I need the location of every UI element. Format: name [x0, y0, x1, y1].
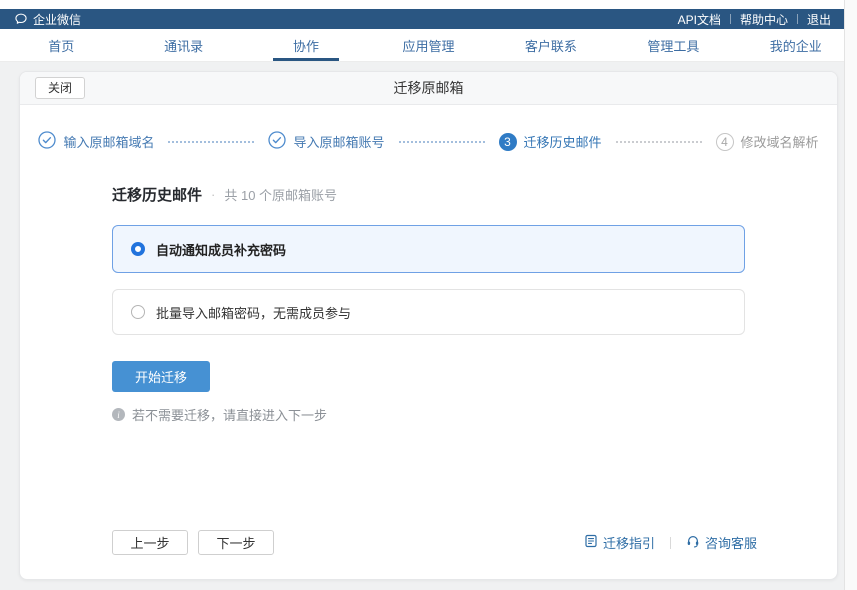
- api-docs-link[interactable]: API文档: [678, 11, 721, 28]
- wizard-title: 迁移原邮箱: [393, 80, 464, 96]
- wizard-footer: 上一步 下一步 迁移指引 咨询客服: [20, 530, 837, 579]
- step-import-accounts: 导入原邮箱账号: [268, 131, 385, 152]
- top-bar: 企业微信 API文档 帮助中心 退出: [0, 9, 857, 29]
- nav-item-contacts[interactable]: 通讯录: [122, 29, 244, 61]
- window-top-edge: [0, 0, 857, 9]
- migration-guide-link[interactable]: 迁移指引: [584, 533, 655, 552]
- step-label: 导入原邮箱账号: [293, 135, 385, 150]
- step-update-dns: 4 修改域名解析: [715, 132, 819, 151]
- document-icon: [584, 534, 598, 551]
- nav-item-my-company[interactable]: 我的企业: [735, 29, 857, 61]
- wizard-header: 关闭 迁移原邮箱: [20, 72, 837, 105]
- radio-selected-icon[interactable]: [131, 242, 145, 256]
- check-circle-icon: [38, 131, 57, 152]
- brand: 企业微信: [14, 11, 81, 28]
- step-label: 输入原邮箱域名: [63, 135, 155, 150]
- nav-item-admin-tools[interactable]: 管理工具: [612, 29, 734, 61]
- step-connector: [168, 140, 255, 143]
- step-label: 修改域名解析: [740, 135, 819, 150]
- nav-item-customers[interactable]: 客户联系: [490, 29, 612, 61]
- link-label: 迁移指引: [602, 536, 655, 551]
- footer-links: 迁移指引 咨询客服: [584, 533, 757, 552]
- section-heading-row: 迁移历史邮件 · 共 10 个原邮箱账号: [112, 184, 745, 205]
- logout-link[interactable]: 退出: [807, 11, 831, 28]
- topbar-links: API文档 帮助中心 退出: [678, 11, 831, 28]
- browser-scrollbar[interactable]: [844, 0, 857, 590]
- wechat-work-logo-icon: [14, 12, 28, 26]
- help-center-link[interactable]: 帮助中心: [740, 11, 788, 28]
- step-enter-domain: 输入原邮箱域名: [38, 131, 154, 152]
- brand-name: 企业微信: [33, 12, 82, 27]
- headset-icon: [686, 534, 700, 551]
- nav-item-home[interactable]: 首页: [0, 29, 122, 61]
- main-nav: 首页 通讯录 协作 应用管理 客户联系 管理工具 我的企业: [0, 29, 857, 62]
- migration-options: 自动通知成员补充密码 批量导入邮箱密码，无需成员参与: [112, 225, 745, 335]
- divider: [669, 536, 671, 549]
- option-auto-notify-members[interactable]: 自动通知成员补充密码: [112, 225, 745, 273]
- step-number-badge: 3: [498, 132, 517, 151]
- section-title: 迁移历史邮件: [112, 187, 203, 204]
- nav-item-collaboration[interactable]: 协作: [245, 29, 367, 61]
- close-button[interactable]: 关闭: [35, 76, 86, 100]
- footer-buttons: 上一步 下一步: [112, 530, 274, 555]
- migration-wizard-card: 关闭 迁移原邮箱 输入原邮箱域名 导入原邮箱账号 3 迁移历史邮件 4 修改域名…: [19, 71, 838, 580]
- wizard-body: 迁移历史邮件 · 共 10 个原邮箱账号 自动通知成员补充密码 批量导入邮箱密码…: [20, 170, 837, 530]
- account-count-text: 共 10 个原邮箱账号: [224, 188, 338, 203]
- previous-step-button[interactable]: 上一步: [112, 530, 188, 555]
- link-label: 咨询客服: [704, 536, 757, 551]
- next-step-button[interactable]: 下一步: [198, 530, 274, 555]
- page-content: 关闭 迁移原邮箱 输入原邮箱域名 导入原邮箱账号 3 迁移历史邮件 4 修改域名…: [0, 62, 857, 590]
- step-label: 迁移历史邮件: [523, 135, 602, 150]
- info-circle-icon: i: [112, 408, 125, 421]
- step-indicator: 输入原邮箱域名 导入原邮箱账号 3 迁移历史邮件 4 修改域名解析: [20, 105, 837, 170]
- step-connector: [615, 140, 702, 143]
- check-circle-icon: [268, 131, 287, 152]
- start-migration-button[interactable]: 开始迁移: [112, 361, 211, 392]
- step-number-badge: 4: [715, 132, 734, 151]
- step-connector: [398, 140, 485, 143]
- radio-unselected-icon[interactable]: [131, 305, 145, 319]
- divider: [796, 14, 798, 24]
- hint-text: 若不需要迁移，请直接进入下一步: [132, 408, 328, 423]
- option-label: 批量导入邮箱密码，无需成员参与: [156, 305, 352, 321]
- option-batch-import-passwords[interactable]: 批量导入邮箱密码，无需成员参与: [112, 289, 745, 335]
- heading-separator: ·: [211, 187, 216, 202]
- option-label: 自动通知成员补充密码: [156, 242, 287, 258]
- contact-support-link[interactable]: 咨询客服: [686, 533, 757, 552]
- divider: [729, 14, 731, 24]
- step-migrate-history: 3 迁移历史邮件: [498, 132, 602, 151]
- hint-row: i 若不需要迁移，请直接进入下一步: [112, 405, 745, 424]
- nav-item-apps[interactable]: 应用管理: [367, 29, 489, 61]
